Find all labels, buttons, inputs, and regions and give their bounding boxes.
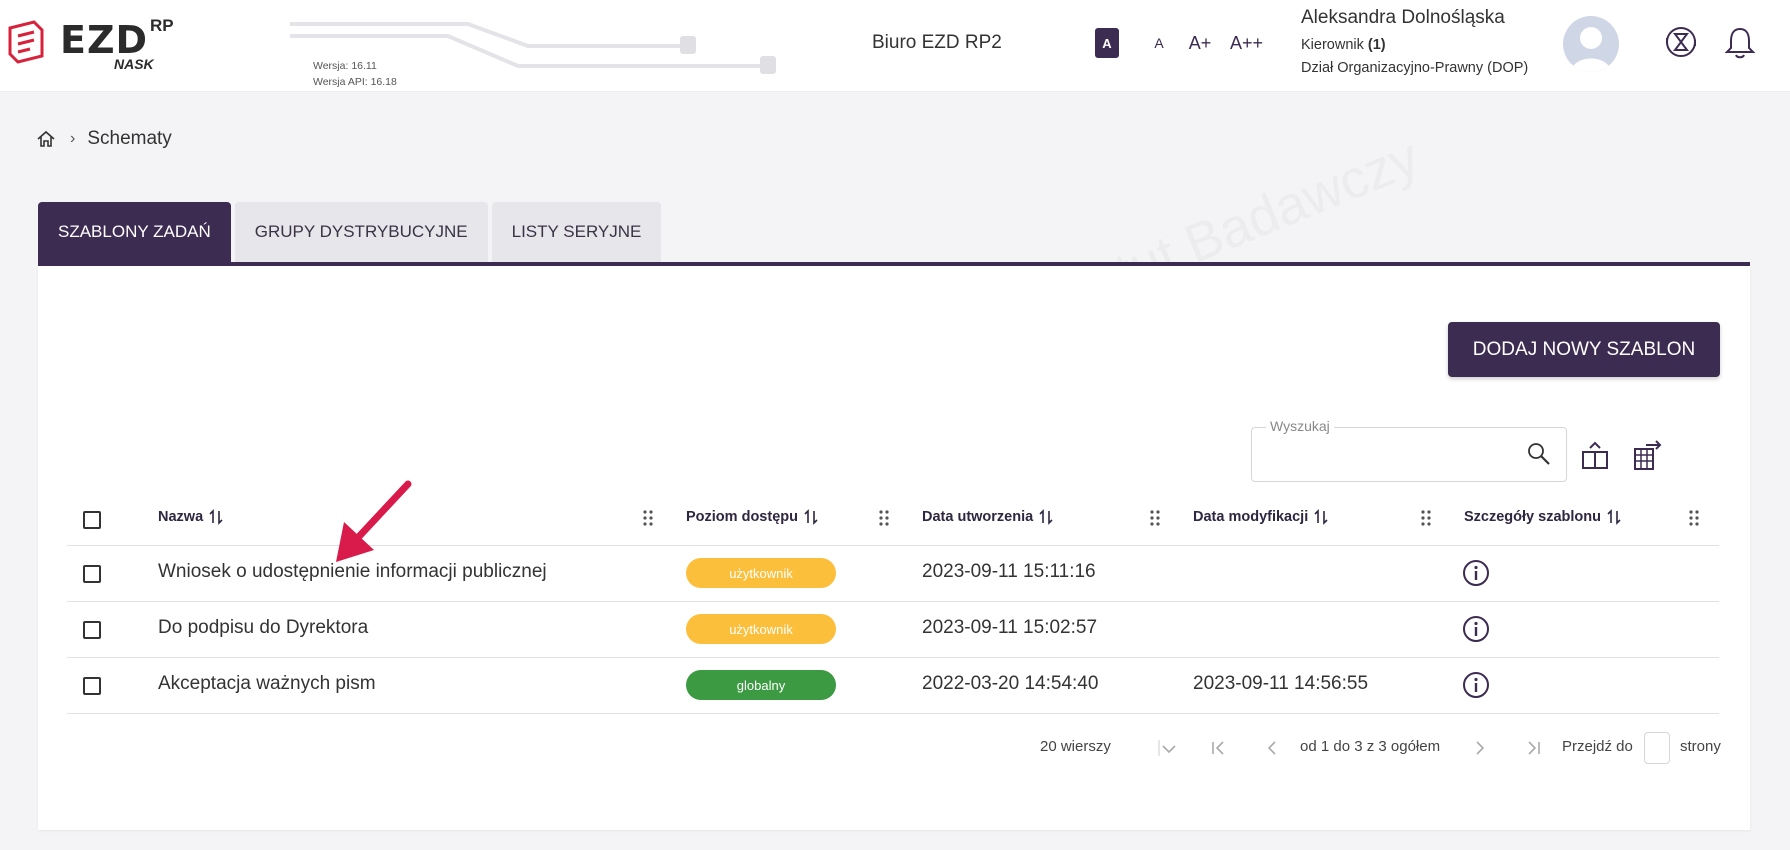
sort-icon[interactable] [1314, 508, 1328, 526]
user-role-count: (1) [1367, 37, 1386, 53]
row-created: 2023-09-11 15:11:16 [922, 561, 1096, 582]
row-name[interactable]: Do podpisu do Dyrektora [158, 617, 368, 639]
table-divider [67, 713, 1719, 714]
access-badge: użytkownik [686, 614, 836, 644]
page-range: od 1 do 3 z 3 ogółem [1300, 738, 1441, 755]
first-page-icon[interactable] [1208, 738, 1228, 758]
access-badge: użytkownik [686, 558, 836, 588]
access-badge: globalny [686, 670, 836, 700]
table-divider [67, 657, 1719, 658]
user-name[interactable]: Aleksandra Dolnośląska [1301, 7, 1505, 29]
column-header-access[interactable]: Poziom dostępu [686, 508, 818, 526]
annotation-arrow-icon [336, 480, 412, 562]
session-timer-icon[interactable] [1663, 24, 1699, 60]
goto-page-input[interactable] [1644, 732, 1670, 764]
sort-icon[interactable] [1607, 508, 1621, 526]
column-drag-handle-icon[interactable] [1688, 509, 1700, 527]
last-page-icon[interactable] [1524, 738, 1544, 758]
sort-icon[interactable] [804, 508, 818, 526]
row-checkbox[interactable] [83, 677, 101, 695]
user-role[interactable]: Kierownik (1) [1301, 37, 1386, 53]
table-divider [67, 545, 1719, 546]
page-suffix: strony [1680, 738, 1721, 755]
column-header-label: Szczegóły szablonu [1464, 509, 1601, 525]
user-department: Dział Organizacyjno-Prawny (DOP) [1301, 60, 1529, 76]
logo-subtext: NASK [114, 56, 154, 72]
column-header-name[interactable]: Nazwa [158, 508, 223, 526]
row-created: 2023-09-11 15:02:57 [922, 617, 1098, 638]
select-all-checkbox[interactable] [83, 511, 101, 529]
add-template-button[interactable]: DODAJ NOWY SZABLON [1448, 322, 1720, 377]
info-icon[interactable] [1462, 559, 1490, 587]
logo-superscript: RP [150, 16, 174, 35]
info-icon[interactable] [1462, 615, 1490, 643]
tab-distribution-groups[interactable]: GRUPY DYSTRYBUCYJNE [234, 202, 488, 262]
font-size-xlarge-button[interactable]: A++ [1230, 28, 1263, 58]
row-name[interactable]: Akceptacja ważnych pism [158, 673, 376, 695]
chevron-down-icon[interactable] [1158, 738, 1178, 758]
tab-task-templates[interactable]: SZABLONY ZADAŃ [38, 202, 231, 262]
column-header-details[interactable]: Szczegóły szablonu [1464, 508, 1621, 526]
tab-serial-lists[interactable]: LISTY SERYJNE [491, 202, 662, 262]
row-modified: 2023-09-11 14:56:55 [1193, 673, 1369, 694]
breadcrumb: › Schematy [36, 128, 172, 150]
logo-mark-icon [8, 20, 44, 64]
avatar[interactable] [1563, 16, 1619, 72]
top-header: EZD RP NASK Wersja: 16.11 Wersja API: 16… [0, 0, 1790, 92]
column-header-label: Data modyfikacji [1193, 509, 1309, 525]
row-created: 2022-03-20 14:54:40 [922, 673, 1099, 694]
goto-label: Przejdź do [1562, 738, 1633, 755]
font-size-normal-button[interactable]: A [1147, 28, 1171, 58]
breadcrumb-current: Schematy [87, 128, 172, 149]
ezd-logo[interactable]: EZD RP NASK [4, 16, 174, 74]
table-divider [67, 601, 1719, 602]
prev-page-icon[interactable] [1262, 738, 1282, 758]
user-avatar-icon [1571, 27, 1611, 72]
column-chooser-icon[interactable] [1579, 440, 1611, 472]
bell-icon[interactable] [1722, 24, 1758, 60]
search-icon[interactable] [1525, 440, 1553, 468]
column-header-label: Nazwa [158, 509, 204, 525]
version-text: Wersja: 16.11 [313, 60, 377, 72]
export-spreadsheet-icon[interactable] [1632, 440, 1664, 472]
chevron-right-icon: › [70, 130, 76, 147]
next-page-icon[interactable] [1470, 738, 1490, 758]
column-drag-handle-icon[interactable] [878, 509, 890, 527]
row-checkbox[interactable] [83, 621, 101, 639]
font-size-default-button[interactable]: A [1095, 28, 1119, 58]
column-header-created[interactable]: Data utworzenia [922, 508, 1053, 526]
search-label: Wyszukaj [1266, 418, 1334, 434]
row-checkbox[interactable] [83, 565, 101, 583]
api-version-text: Wersja API: 16.18 [313, 76, 397, 88]
column-drag-handle-icon[interactable] [1149, 509, 1161, 527]
rows-per-page[interactable]: 20 wierszy [1040, 738, 1111, 755]
home-icon[interactable] [36, 129, 56, 149]
font-size-large-button[interactable]: A+ [1188, 28, 1212, 58]
column-header-label: Data utworzenia [922, 509, 1034, 525]
search-input[interactable] [1262, 448, 1512, 474]
info-icon[interactable] [1462, 671, 1490, 699]
column-header-label: Poziom dostępu [686, 509, 798, 525]
tab-bar: SZABLONY ZADAŃ GRUPY DYSTRYBUCYJNE LISTY… [38, 202, 665, 262]
sort-icon[interactable] [1039, 508, 1053, 526]
office-name[interactable]: Biuro EZD RP2 [872, 32, 1002, 54]
sort-icon[interactable] [209, 508, 223, 526]
column-header-modified[interactable]: Data modyfikacji [1193, 508, 1328, 526]
user-role-label: Kierownik [1301, 37, 1364, 53]
column-drag-handle-icon[interactable] [1420, 509, 1432, 527]
column-drag-handle-icon[interactable] [642, 509, 654, 527]
